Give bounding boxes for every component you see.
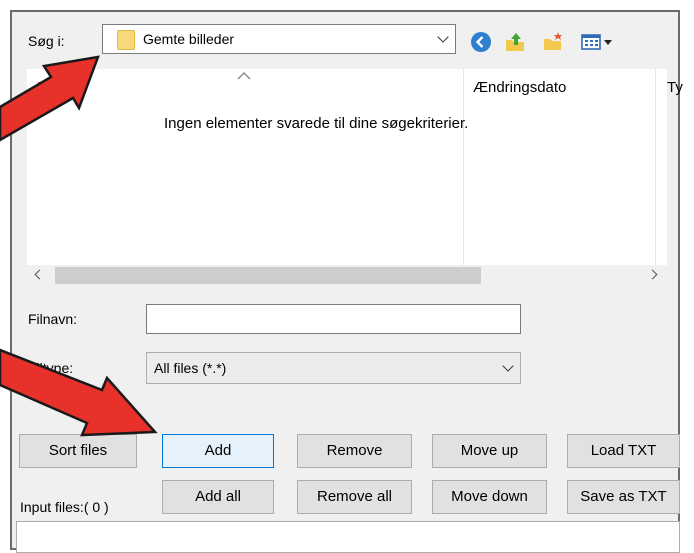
- save-as-txt-button[interactable]: Save as TXT: [567, 480, 680, 514]
- empty-message: Ingen elementer svarede til dine søgekri…: [164, 115, 469, 132]
- chevron-down-icon: [437, 31, 449, 43]
- view-menu-icon[interactable]: [580, 31, 614, 53]
- scrollbar-thumb[interactable]: [55, 267, 481, 284]
- open-file-dialog: Søg i: Gemte billeder Navn Ændringsdato …: [10, 10, 683, 553]
- sort-ascending-icon: [237, 72, 251, 80]
- filename-label: Filnavn:: [28, 311, 78, 327]
- remove-button[interactable]: Remove: [297, 434, 412, 468]
- chevron-down-icon: [502, 360, 514, 372]
- move-down-button[interactable]: Move down: [432, 480, 547, 514]
- new-folder-icon[interactable]: [542, 31, 564, 53]
- file-list[interactable]: Navn Ændringsdato Ty Ingen elementer sva…: [27, 69, 683, 265]
- column-header-date[interactable]: Ændringsdato: [473, 69, 566, 107]
- filetype-value: All files (*.*): [154, 360, 227, 376]
- folder-icon: [117, 30, 135, 50]
- look-in-label: Søg i:: [28, 33, 65, 49]
- column-header-type[interactable]: Ty: [667, 69, 683, 107]
- back-icon[interactable]: [470, 31, 492, 53]
- move-up-button[interactable]: Move up: [432, 434, 547, 468]
- remove-all-button[interactable]: Remove all: [297, 480, 412, 514]
- input-files-label: Input files:( 0 ): [20, 499, 109, 515]
- look-in-value: Gemte billeder: [143, 31, 235, 47]
- add-button[interactable]: Add: [162, 434, 274, 468]
- column-header-name[interactable]: Navn: [37, 69, 72, 107]
- add-all-button[interactable]: Add all: [162, 480, 274, 514]
- input-files-list[interactable]: [16, 521, 680, 553]
- scroll-right-icon[interactable]: [647, 269, 658, 280]
- column-divider: [463, 69, 464, 265]
- horizontal-scrollbar[interactable]: [27, 265, 667, 285]
- column-divider: [655, 69, 656, 265]
- scroll-left-icon[interactable]: [34, 269, 45, 280]
- sort-files-button[interactable]: Sort files: [19, 434, 137, 468]
- load-txt-button[interactable]: Load TXT: [567, 434, 680, 468]
- up-folder-icon[interactable]: [504, 31, 526, 53]
- look-in-combo[interactable]: Gemte billeder: [102, 24, 456, 54]
- filename-input[interactable]: [146, 304, 521, 334]
- filetype-select[interactable]: All files (*.*): [146, 352, 521, 384]
- filetype-label: Filtype:: [28, 360, 74, 376]
